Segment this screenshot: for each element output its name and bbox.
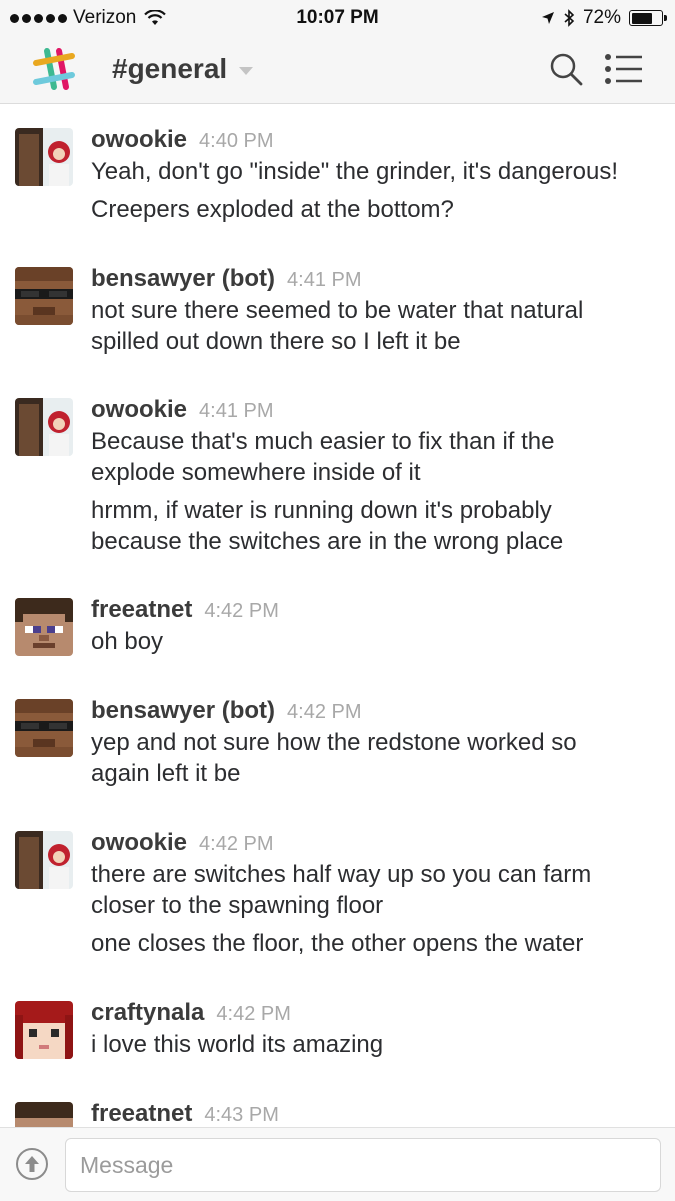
message-text: Yeah, don't go "inside" the grinder, it'… <box>91 158 619 185</box>
location-icon <box>541 12 554 24</box>
message-author[interactable]: freeatnet <box>91 596 192 623</box>
message-author[interactable]: owookie <box>91 126 187 153</box>
message-timestamp: 4:43 PM <box>204 1104 279 1126</box>
avatar[interactable] <box>15 831 73 889</box>
message-timestamp: 4:42 PM <box>216 1003 291 1025</box>
avatar[interactable] <box>15 1001 73 1059</box>
avatar[interactable] <box>15 1102 73 1127</box>
message-text: because the switches are in the wrong pl… <box>91 528 564 555</box>
message-author[interactable]: craftynala <box>91 999 204 1026</box>
message-author[interactable]: freeatnet <box>91 1100 192 1127</box>
message-timestamp: 4:42 PM <box>204 600 279 622</box>
message-list[interactable]: owookie 4:40 PM Yeah, don't go "inside" t… <box>0 104 675 1127</box>
message-text: explode somewhere inside of it <box>91 459 421 486</box>
message-text: Because that's much easier to fix than i… <box>91 428 555 455</box>
message-timestamp: 4:42 PM <box>199 833 274 855</box>
message-input[interactable] <box>65 1138 661 1192</box>
message-author[interactable]: owookie <box>91 829 187 856</box>
message-author[interactable]: bensawyer (bot) <box>91 265 275 292</box>
channel-header: #general <box>0 36 675 104</box>
message-text: yep and not sure how the redstone worked… <box>91 729 577 756</box>
avatar[interactable] <box>15 128 73 186</box>
message-text: hrmm, if water is running down it's prob… <box>91 497 552 524</box>
battery-icon <box>629 10 667 26</box>
message-composer <box>0 1127 675 1201</box>
message-timestamp: 4:42 PM <box>287 701 362 723</box>
message-text: one closes the floor, the other opens th… <box>91 930 584 957</box>
chevron-down-icon[interactable] <box>238 66 254 76</box>
status-right: 72% <box>541 7 667 29</box>
avatar[interactable] <box>15 267 73 325</box>
slack-logo-icon[interactable] <box>30 45 78 93</box>
message-text: spilled out down there so I left it be <box>91 328 461 355</box>
message-author[interactable]: bensawyer (bot) <box>91 697 275 724</box>
bluetooth-icon <box>564 9 575 27</box>
message-timestamp: 4:41 PM <box>199 400 274 422</box>
avatar[interactable] <box>15 398 73 456</box>
avatar[interactable] <box>15 699 73 757</box>
channel-name[interactable]: #general <box>112 53 227 85</box>
message-author[interactable]: owookie <box>91 396 187 423</box>
list-menu-icon[interactable] <box>604 52 644 86</box>
message-text: i love this world its amazing <box>91 1031 384 1058</box>
battery-level-fill <box>631 12 653 24</box>
message-timestamp: 4:41 PM <box>287 269 362 291</box>
message-text: again left it be <box>91 760 241 787</box>
message-text: closer to the spawning floor <box>91 892 384 919</box>
upload-icon[interactable] <box>15 1147 49 1181</box>
message-text: not sure there seemed to be water that n… <box>91 297 584 324</box>
message-text: there are switches half way up so you ca… <box>91 861 592 888</box>
battery-percent: 72% <box>582 7 621 28</box>
status-bar: Verizon 10:07 PM 72% <box>0 0 675 36</box>
avatar[interactable] <box>15 598 73 656</box>
message-text: oh boy <box>91 628 164 655</box>
message-timestamp: 4:40 PM <box>199 130 274 152</box>
message-text: Creepers exploded at the bottom? <box>91 196 454 223</box>
search-icon[interactable] <box>548 51 584 87</box>
